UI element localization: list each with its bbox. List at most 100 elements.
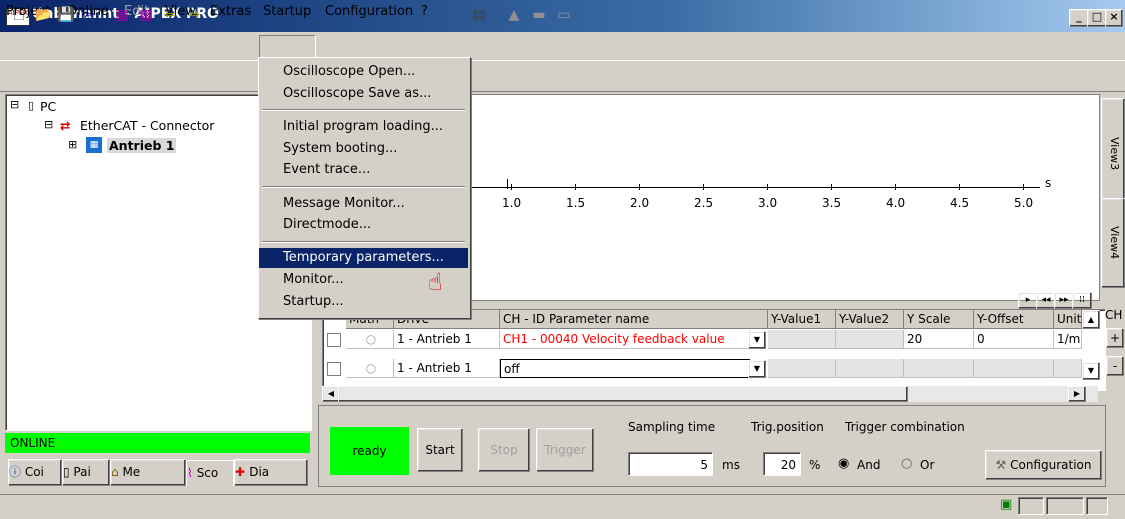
row-drive[interactable]: 1 - Antrieb 1 [394, 330, 500, 349]
and-radio-icon[interactable]: ◉ [838, 456, 849, 471]
col-header-param[interactable]: CH - ID Parameter name [500, 310, 768, 329]
menu-item-oscilloscope-save-as[interactable]: Oscilloscope Save as... [259, 84, 468, 104]
tree-item-antrieb[interactable]: Antrieb 1 [107, 138, 177, 153]
axis-tick [959, 184, 960, 190]
ready-indicator: ready [330, 427, 409, 475]
status-pane [1086, 497, 1108, 515]
scroll-right-button[interactable]: ▸ [1018, 292, 1038, 309]
view-tab-label: View4 [1108, 226, 1121, 260]
drive-icon[interactable]: ▦ [113, 6, 131, 24]
configuration-label: Configuration [1010, 458, 1092, 472]
menu-startup-active-frame [259, 35, 316, 58]
tree-collapse-ethercat[interactable]: ⊟ [44, 118, 53, 131]
row-checkbox[interactable] [327, 362, 341, 376]
axis-tick-label: 1.5 [566, 196, 586, 210]
menu-item-oscilloscope-open[interactable]: Oscilloscope Open... [259, 62, 468, 82]
scroll-last-button[interactable]: ▸▸ [1054, 292, 1074, 309]
connection-icon: ▣ [1000, 497, 1013, 512]
tab-scope[interactable]: ⌇ Sco [186, 460, 234, 486]
or-radio-label[interactable]: Or [920, 458, 934, 472]
param-dropdown-arrow[interactable]: ▼ [748, 360, 766, 378]
save-icon[interactable]: 💾 [57, 6, 75, 24]
row-yscale[interactable]: 20 [904, 330, 974, 349]
row-yoffset[interactable]: 0 [974, 330, 1054, 349]
tab-parameters[interactable]: ▯ Pai [62, 459, 110, 486]
tree-expand-antrieb[interactable]: ⊞ [68, 138, 77, 151]
menu-item-initial-program-loading[interactable]: Initial program loading... [259, 117, 468, 137]
import-icon[interactable]: ⇦ [79, 6, 97, 24]
axis-tick-label: 2.0 [630, 196, 650, 210]
plus-cross-icon: ✚ [235, 465, 250, 479]
menu-item-system-booting[interactable]: System booting... [259, 139, 468, 159]
printer-icon[interactable]: ▤ [470, 6, 488, 24]
info-icon: ⓘ [9, 465, 25, 479]
download-icon[interactable]: ▬ [530, 6, 548, 24]
menu-startup[interactable]: Startup [263, 4, 311, 19]
stop-button[interactable]: Stop [478, 428, 530, 472]
scope-icon: ⌇ [187, 466, 197, 480]
tab-label: Dia [249, 465, 270, 479]
col-header-yvalue1[interactable]: Y-Value1 [768, 310, 836, 329]
tab-diagnosis[interactable]: ✚ Dia [234, 459, 308, 486]
minimize-button[interactable]: _ [1069, 9, 1089, 27]
tab-view3[interactable]: View3 [1101, 98, 1125, 210]
col-header-yscale[interactable]: Y Scale [904, 310, 974, 329]
trigger-marker [507, 179, 508, 189]
row-param-name[interactable]: off [500, 359, 750, 378]
col-header-yoffset[interactable]: Y-Offset [974, 310, 1054, 329]
tree-item-ethercat[interactable]: EtherCAT - Connector [80, 118, 214, 133]
param-dropdown-arrow[interactable]: ▼ [748, 331, 766, 349]
arrow-right-icon[interactable]: ⇒ [185, 6, 203, 24]
ethercat-icon: ⇄ [60, 118, 71, 133]
grid-scroll-down-button[interactable]: ▼ [1082, 362, 1100, 380]
upload-icon[interactable]: ▲ [505, 6, 523, 24]
menu-separator [262, 109, 465, 111]
scroll-right-arrow[interactable]: ▶ [1068, 386, 1086, 402]
drive-remove-icon[interactable]: ▩ [137, 6, 155, 24]
arrow-left-icon[interactable]: ⇐ [161, 6, 179, 24]
home-icon: ⌂ [111, 465, 123, 479]
remove-channel-button[interactable]: - [1106, 356, 1124, 376]
tools-icon: ⚒ [995, 458, 1011, 472]
menu-item-directmode[interactable]: Directmode... [259, 215, 468, 235]
grid-scroll-up-button[interactable]: ▲ [1082, 310, 1100, 329]
trigger-button[interactable]: Trigger [536, 428, 594, 472]
col-header-yvalue2[interactable]: Y-Value2 [836, 310, 904, 329]
compare-icon[interactable]: ▭ [555, 6, 573, 24]
and-radio-label[interactable]: And [857, 458, 880, 472]
row-yscale[interactable] [904, 359, 974, 378]
tab-messages[interactable]: ⌂ Me [110, 459, 186, 486]
pc-icon: ▯ [28, 99, 35, 112]
row-math-radio[interactable]: ○ [346, 330, 394, 349]
menu-configuration[interactable]: Configuration [325, 4, 413, 19]
start-button[interactable]: Start [417, 428, 463, 472]
row-math-radio[interactable]: ○ [346, 359, 394, 378]
status-bar [0, 494, 1125, 519]
trigger-position-input[interactable]: 20 [763, 452, 801, 476]
maximize-button[interactable]: □ [1087, 9, 1107, 27]
menu-item-message-monitor[interactable]: Message Monitor... [259, 194, 468, 214]
tab-view4[interactable]: View4 [1101, 198, 1125, 288]
menu-item-temporary-parameters[interactable]: Temporary parameters... [259, 248, 468, 268]
add-channel-button[interactable]: + [1106, 328, 1124, 348]
configuration-button[interactable]: ⚒ Configuration [985, 450, 1102, 480]
row-param-name[interactable]: CH1 - 00040 Velocity feedback value [500, 330, 750, 349]
row-drive[interactable]: 1 - Antrieb 1 [394, 359, 500, 378]
row-checkbox[interactable] [327, 333, 341, 347]
close-button[interactable]: × [1105, 9, 1123, 27]
menu-item-event-trace[interactable]: Event trace... [259, 160, 468, 180]
open-folder-icon[interactable]: 📂 [35, 6, 53, 24]
or-radio-icon[interactable]: ○ [901, 456, 912, 471]
col-header-unit[interactable]: Unit [1054, 310, 1082, 329]
sampling-time-input[interactable]: 5 [628, 452, 713, 476]
grid-toggle-button[interactable]: ⁞⁞ [1072, 292, 1092, 309]
tree-collapse-pc[interactable]: ⊟ [10, 98, 19, 111]
tab-communication[interactable]: ⓘ Coi [8, 459, 62, 486]
scroll-thumb[interactable] [338, 386, 908, 402]
menu-extras[interactable]: Extras [210, 4, 251, 19]
new-file-icon[interactable]: 🗋 [10, 6, 28, 24]
menu-help[interactable]: ? [421, 4, 428, 19]
row-yoffset[interactable] [974, 359, 1054, 378]
tree-item-pc[interactable]: PC [40, 99, 56, 114]
scroll-first-button[interactable]: ◂◂ [1036, 292, 1056, 309]
